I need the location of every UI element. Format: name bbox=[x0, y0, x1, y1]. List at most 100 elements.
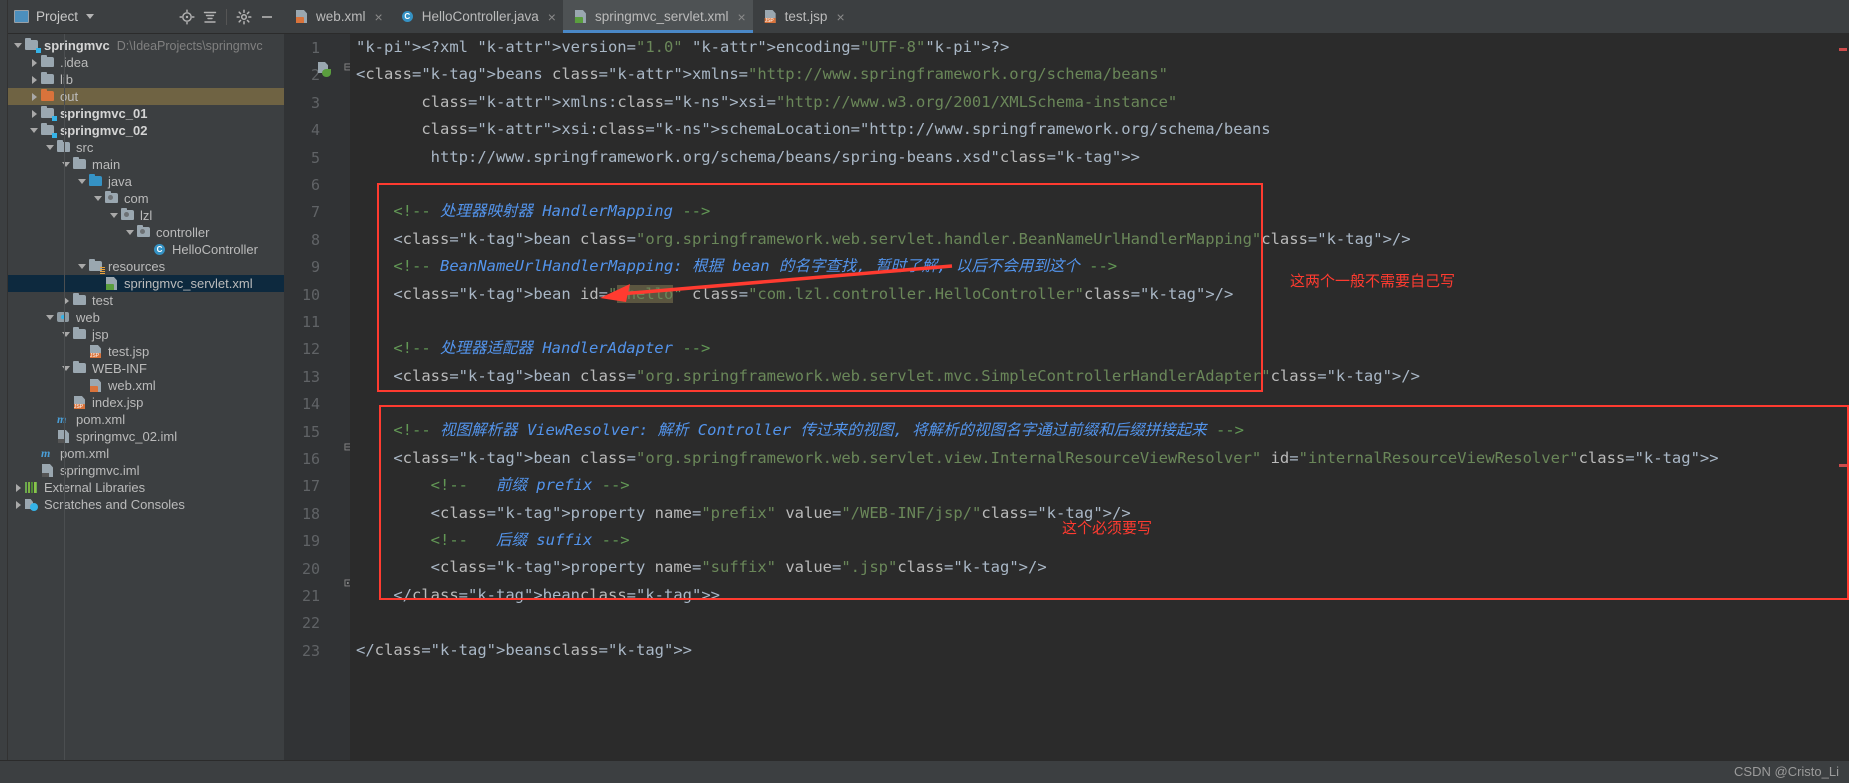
collapse-arrow-icon[interactable] bbox=[44, 315, 56, 320]
code-content: "k-pi"><?xml "k-attr">version="1.0" "k-a… bbox=[350, 34, 1719, 664]
code-editor[interactable]: "k-pi"><?xml "k-attr">version="1.0" "k-a… bbox=[350, 34, 1849, 760]
tree-item-lzl[interactable]: lzl bbox=[8, 207, 284, 224]
collapse-arrow-icon[interactable] bbox=[76, 179, 88, 184]
tree-item-scratches-and-consoles[interactable]: Scratches and Consoles bbox=[8, 496, 284, 513]
tree-item-pom-xml[interactable]: m pom.xml bbox=[8, 445, 284, 462]
tree-item-springmvc[interactable]: springmvc D:\IdeaProjects\springmvc bbox=[8, 37, 284, 54]
close-icon[interactable]: × bbox=[548, 10, 556, 24]
line-number: 21 bbox=[301, 587, 320, 605]
expand-arrow-icon[interactable] bbox=[28, 75, 40, 84]
tree-item-index-jsp[interactable]: index.jsp bbox=[8, 394, 284, 411]
close-icon[interactable]: × bbox=[375, 10, 383, 24]
collapse-arrow-icon[interactable] bbox=[92, 196, 104, 201]
line-number: 5 bbox=[310, 148, 320, 167]
collapse-arrow-icon[interactable] bbox=[12, 43, 24, 48]
close-icon[interactable]: × bbox=[836, 10, 844, 24]
tree-item-label: test bbox=[92, 293, 113, 308]
line-number: 19 bbox=[301, 532, 320, 551]
left-tool-strip bbox=[0, 0, 8, 783]
tree-item-label: lzl bbox=[140, 208, 153, 223]
tree-item-hellocontroller[interactable]: C HelloController bbox=[8, 241, 284, 258]
code-line: <!-- 前缀 prefix --> bbox=[430, 476, 630, 495]
tree-item-label: External Libraries bbox=[44, 480, 146, 495]
tree-item-external-libraries[interactable]: External Libraries bbox=[8, 479, 284, 496]
java-class-icon: C bbox=[400, 9, 416, 24]
tree-item-jsp[interactable]: jsp bbox=[8, 326, 284, 343]
tree-item-springmvc-02-iml[interactable]: springmvc_02.iml bbox=[8, 428, 284, 445]
collapse-arrow-icon[interactable] bbox=[60, 162, 72, 167]
locate-file-icon[interactable] bbox=[176, 6, 198, 28]
expand-arrow-icon[interactable] bbox=[28, 92, 40, 101]
project-tree[interactable]: springmvc D:\IdeaProjects\springmvc .idea l… bbox=[8, 34, 284, 513]
code-line: <class="k-tag">property name="suffix" va… bbox=[356, 558, 1047, 577]
line-number: 13 bbox=[301, 367, 320, 386]
close-icon[interactable]: × bbox=[737, 10, 745, 24]
tree-item-main[interactable]: main bbox=[8, 156, 284, 173]
line-number: 7 bbox=[310, 203, 320, 222]
chevron-down-icon[interactable] bbox=[86, 14, 95, 19]
collapse-arrow-icon[interactable] bbox=[76, 264, 88, 269]
tree-item-web[interactable]: web bbox=[8, 309, 284, 326]
tree-item-java[interactable]: java bbox=[8, 173, 284, 190]
expand-arrow-icon[interactable] bbox=[12, 500, 24, 509]
editor-tab-hellocontroller-java[interactable]: C HelloController.java × bbox=[390, 0, 563, 33]
line-number: 18 bbox=[301, 504, 320, 523]
editor-tab-test-jsp[interactable]: test.jsp × bbox=[753, 0, 852, 33]
tree-item-springmvc-02[interactable]: springmvc_02 bbox=[8, 122, 284, 139]
ide-window: Project springmvc D:\IdeaProjects\springm… bbox=[0, 0, 1849, 783]
watermark-text: CSDN @Cristo_Li bbox=[1734, 764, 1839, 779]
minimize-icon[interactable] bbox=[256, 6, 278, 28]
tree-item-web-inf[interactable]: WEB-INF bbox=[8, 360, 284, 377]
tree-item-label: com bbox=[124, 191, 149, 206]
code-line: </class="k-tag">beanclass="k-tag">> bbox=[356, 585, 720, 604]
tree-item-lib[interactable]: lib bbox=[8, 71, 284, 88]
maven-file-icon: m bbox=[41, 446, 51, 460]
collapse-all-icon[interactable] bbox=[199, 6, 221, 28]
gear-icon[interactable] bbox=[233, 6, 255, 28]
collapse-arrow-icon[interactable] bbox=[44, 145, 56, 150]
tree-item--idea[interactable]: .idea bbox=[8, 54, 284, 71]
collapse-arrow-icon[interactable] bbox=[60, 332, 72, 337]
tree-item-controller[interactable]: controller bbox=[8, 224, 284, 241]
expand-arrow-icon[interactable] bbox=[60, 296, 72, 305]
tree-item-springmvc-servlet-xml[interactable]: springmvc_servlet.xml bbox=[8, 275, 284, 292]
error-marker[interactable] bbox=[1839, 464, 1847, 467]
tree-item-pom-xml[interactable]: m pom.xml bbox=[8, 411, 284, 428]
tree-item-out[interactable]: out bbox=[8, 88, 284, 105]
expand-arrow-icon[interactable] bbox=[28, 109, 40, 118]
tree-item-resources[interactable]: resources bbox=[8, 258, 284, 275]
tree-item-springmvc-01[interactable]: springmvc_01 bbox=[8, 105, 284, 122]
tree-item-springmvc-iml[interactable]: springmvc.iml bbox=[8, 462, 284, 479]
collapse-arrow-icon[interactable] bbox=[124, 230, 136, 235]
tree-item-src[interactable]: src bbox=[8, 139, 284, 156]
scratches-icon bbox=[24, 497, 40, 512]
expand-arrow-icon[interactable] bbox=[28, 58, 40, 67]
code-line: <!-- BeanNameUrlHandlerMapping: 根据 bean … bbox=[393, 257, 1118, 276]
tree-item-web-xml[interactable]: web.xml bbox=[8, 377, 284, 394]
editor-tab-web-xml[interactable]: web.xml × bbox=[284, 0, 390, 33]
xml-spring-icon bbox=[104, 276, 120, 291]
spring-bean-gutter-icon[interactable] bbox=[318, 62, 333, 77]
package-icon bbox=[120, 207, 136, 223]
editor-tab-springmvc-servlet-xml[interactable]: springmvc_servlet.xml × bbox=[562, 0, 753, 33]
collapse-arrow-icon[interactable] bbox=[28, 128, 40, 133]
tree-item-com[interactable]: com bbox=[8, 190, 284, 207]
expand-arrow-icon[interactable] bbox=[12, 483, 24, 492]
editor-gutter: 1 2 3 4 5 6 7 8 9 10 11 12 13 14 15 16 17 18 19 20 21 22 23 bbox=[284, 34, 350, 760]
editor-tab-bar[interactable]: web.xml × C HelloController.java × springmvc_… bbox=[284, 0, 1849, 34]
collapse-arrow-icon[interactable] bbox=[60, 366, 72, 371]
folder-gray-icon bbox=[72, 292, 88, 308]
collapse-arrow-icon[interactable] bbox=[108, 213, 120, 218]
code-line: <!-- 处理器适配器 HandlerAdapter --> bbox=[393, 339, 711, 358]
error-marker[interactable] bbox=[1839, 48, 1847, 51]
editor-scrollbar[interactable] bbox=[1837, 34, 1849, 760]
tree-item-label: pom.xml bbox=[76, 412, 126, 427]
editor-tab-label: test.jsp bbox=[784, 9, 828, 24]
status-bar bbox=[0, 760, 1849, 783]
tree-item-label: out bbox=[60, 89, 79, 104]
line-number: 20 bbox=[301, 559, 320, 578]
tree-item-label: springmvc_01 bbox=[60, 106, 148, 121]
tree-item-test[interactable]: test bbox=[8, 292, 284, 309]
tree-item-test-jsp[interactable]: test.jsp bbox=[8, 343, 284, 360]
tree-item-label: HelloController bbox=[172, 242, 258, 257]
